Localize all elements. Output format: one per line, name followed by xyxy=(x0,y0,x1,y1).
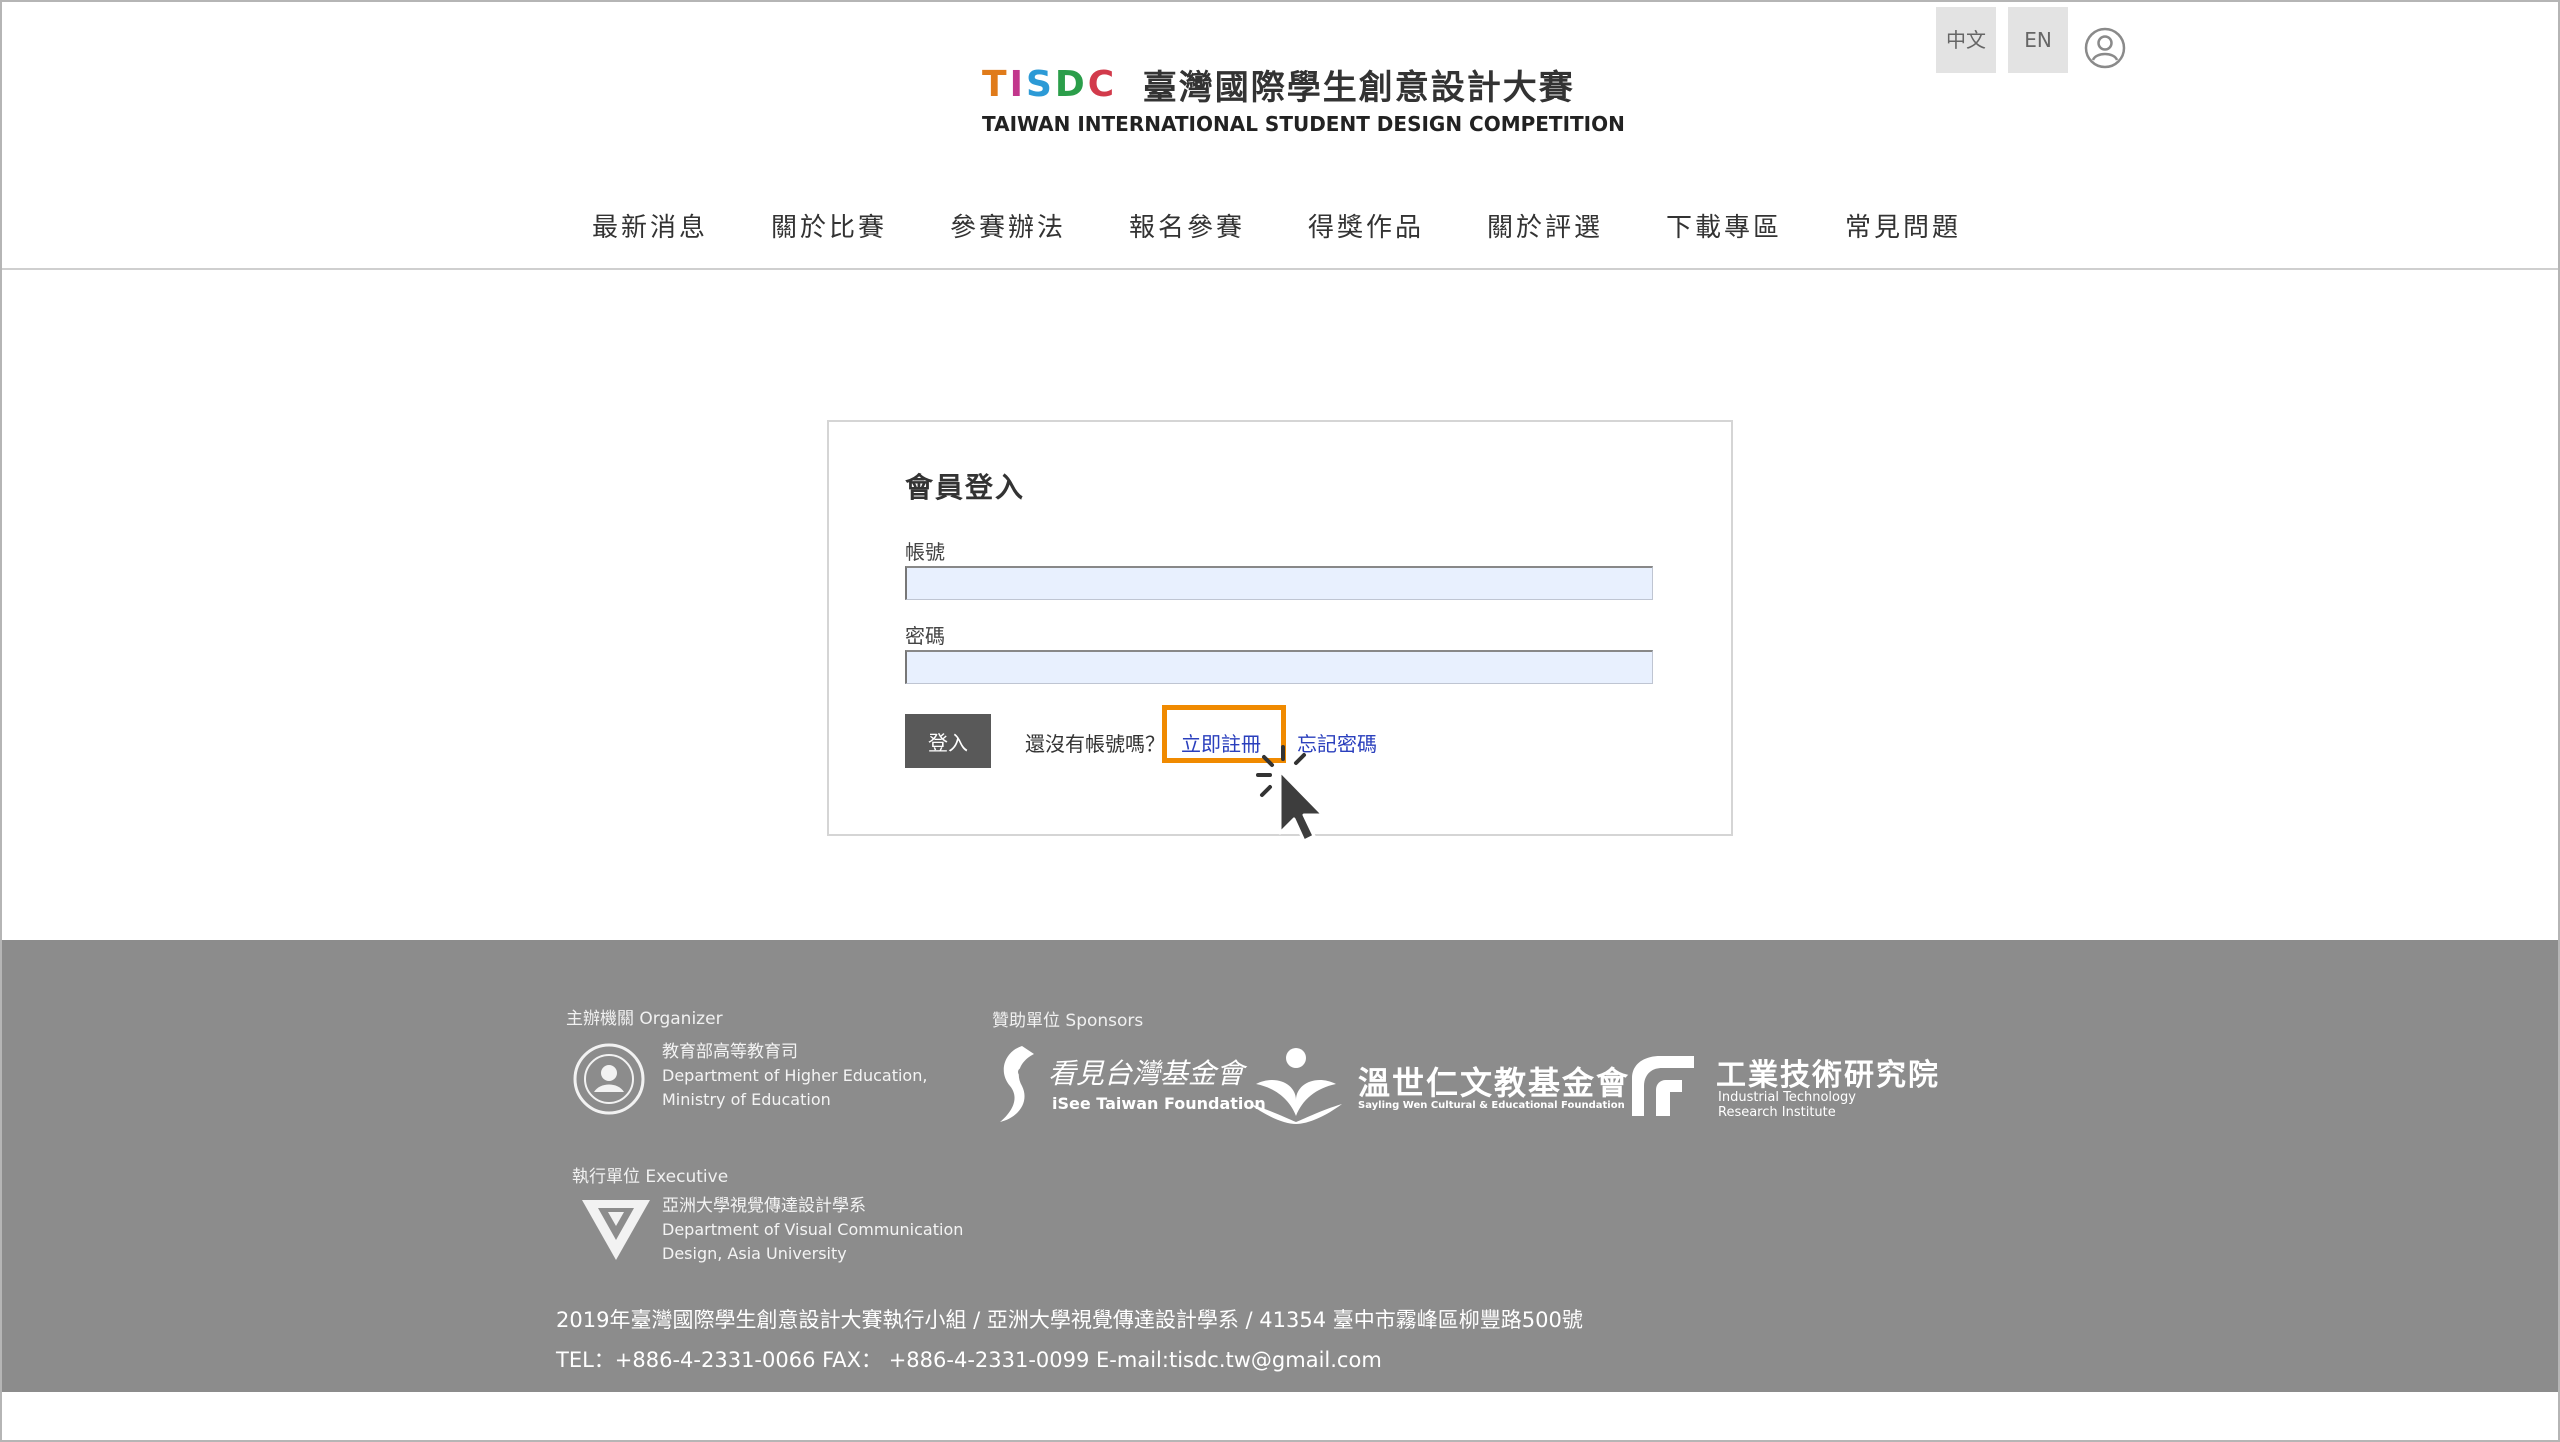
sponsor1-name-en: iSee Taiwan Foundation xyxy=(1052,1094,1266,1113)
site-footer: 主辦機關 Organizer 教育部高等教育司 Department of Hi… xyxy=(2,940,2558,1392)
organizer-label: 主辦機關 Organizer xyxy=(566,1009,723,1029)
nav-item-judging[interactable]: 關於評選 xyxy=(1487,207,1603,244)
user-icon[interactable] xyxy=(2084,27,2126,69)
sayling-wen-foundation-logo-icon xyxy=(1250,1048,1342,1124)
sponsor3-name-zh: 工業技術研究院 xyxy=(1716,1058,1940,1093)
sponsors-label: 贊助單位 Sponsors xyxy=(992,1011,1144,1031)
lang-en-button[interactable]: EN xyxy=(2008,7,2068,73)
asia-university-logo-icon xyxy=(582,1200,650,1260)
itri-logo-icon xyxy=(1632,1056,1694,1116)
isee-foundation-logo-icon xyxy=(1000,1046,1034,1122)
login-title: 會員登入 xyxy=(905,471,1026,504)
nav-item-winners[interactable]: 得獎作品 xyxy=(1308,207,1424,244)
sponsor3-name-en2: Research Institute xyxy=(1718,1105,1836,1120)
no-account-text: 還沒有帳號嗎？ xyxy=(1025,732,1165,756)
organizer-name-en2: Ministry of Education xyxy=(662,1090,831,1109)
nav-item-about[interactable]: 關於比賽 xyxy=(771,207,887,244)
account-label: 帳號 xyxy=(905,540,945,564)
executive-name-zh: 亞洲大學視覺傳達設計學系 xyxy=(662,1196,866,1216)
executive-name: 亞洲大學視覺傳達設計學系 Department of Visual Commun… xyxy=(662,1194,963,1266)
logo-title-en: TAIWAN INTERNATIONAL STUDENT DESIGN COMP… xyxy=(982,112,1625,136)
executive-name-en1: Department of Visual Communication xyxy=(662,1220,964,1239)
nav-item-news[interactable]: 最新消息 xyxy=(592,207,708,244)
logo-abbr: TISDC xyxy=(982,64,1133,105)
sponsor2-name-zh: 溫世仁文教基金會 xyxy=(1358,1064,1631,1102)
sponsor1-name-zh: 看見台灣基金會 xyxy=(1048,1057,1245,1090)
lang-zh-button[interactable]: 中文 xyxy=(1936,7,1996,73)
sponsor2-name-en: Sayling Wen Cultural & Educational Found… xyxy=(1358,1100,1625,1111)
logo-letter: I xyxy=(1009,64,1026,105)
logo-title-zh: 臺灣國際學生創意設計大賽 xyxy=(1142,68,1575,108)
nav-item-downloads[interactable]: 下載專區 xyxy=(1666,207,1782,244)
logo-letter: S xyxy=(1025,64,1055,105)
login-button[interactable]: 登入 xyxy=(905,714,991,768)
password-label: 密碼 xyxy=(905,624,945,648)
logo-letter: T xyxy=(982,64,1010,105)
nav-item-rules[interactable]: 參賽辦法 xyxy=(950,207,1066,244)
executive-label: 執行單位 Executive xyxy=(572,1167,729,1187)
footer-contact: TEL：+886-4-2331-0066 FAX： +886-4-2331-00… xyxy=(556,1348,1382,1372)
sponsor3-name-en1: Industrial Technology xyxy=(1718,1090,1856,1105)
organizer-name-en1: Department of Higher Education, xyxy=(662,1066,928,1085)
footer-address: 2019年臺灣國際學生創意設計大賽執行小組 / 亞洲大學視覺傳達設計學系 / 4… xyxy=(556,1308,1583,1332)
logo-letter: C xyxy=(1087,64,1118,105)
organizer-name: 教育部高等教育司 Department of Higher Education,… xyxy=(662,1040,927,1112)
logo-letter: D xyxy=(1054,64,1088,105)
nav-item-register[interactable]: 報名參賽 xyxy=(1129,207,1245,244)
site-header: TISDC 臺灣國際學生創意設計大賽 TAIWAN INTERNATIONAL … xyxy=(2,2,2558,270)
main-nav: 最新消息 關於比賽 參賽辦法 報名參賽 得獎作品 關於評選 下載專區 常見問題 xyxy=(2,207,2558,253)
site-logo[interactable]: TISDC 臺灣國際學生創意設計大賽 TAIWAN INTERNATIONAL … xyxy=(982,60,1625,140)
nav-item-faq[interactable]: 常見問題 xyxy=(1845,207,1961,244)
ministry-seal-icon xyxy=(573,1043,645,1115)
executive-name-en2: Design, Asia University xyxy=(662,1244,847,1263)
mouse-pointer-icon xyxy=(1256,745,1325,843)
account-input[interactable] xyxy=(905,566,1653,600)
organizer-name-zh: 教育部高等教育司 xyxy=(662,1042,798,1062)
sponsor3-name-en: Industrial Technology Research Institute xyxy=(1718,1090,1856,1120)
password-input[interactable] xyxy=(905,650,1653,684)
